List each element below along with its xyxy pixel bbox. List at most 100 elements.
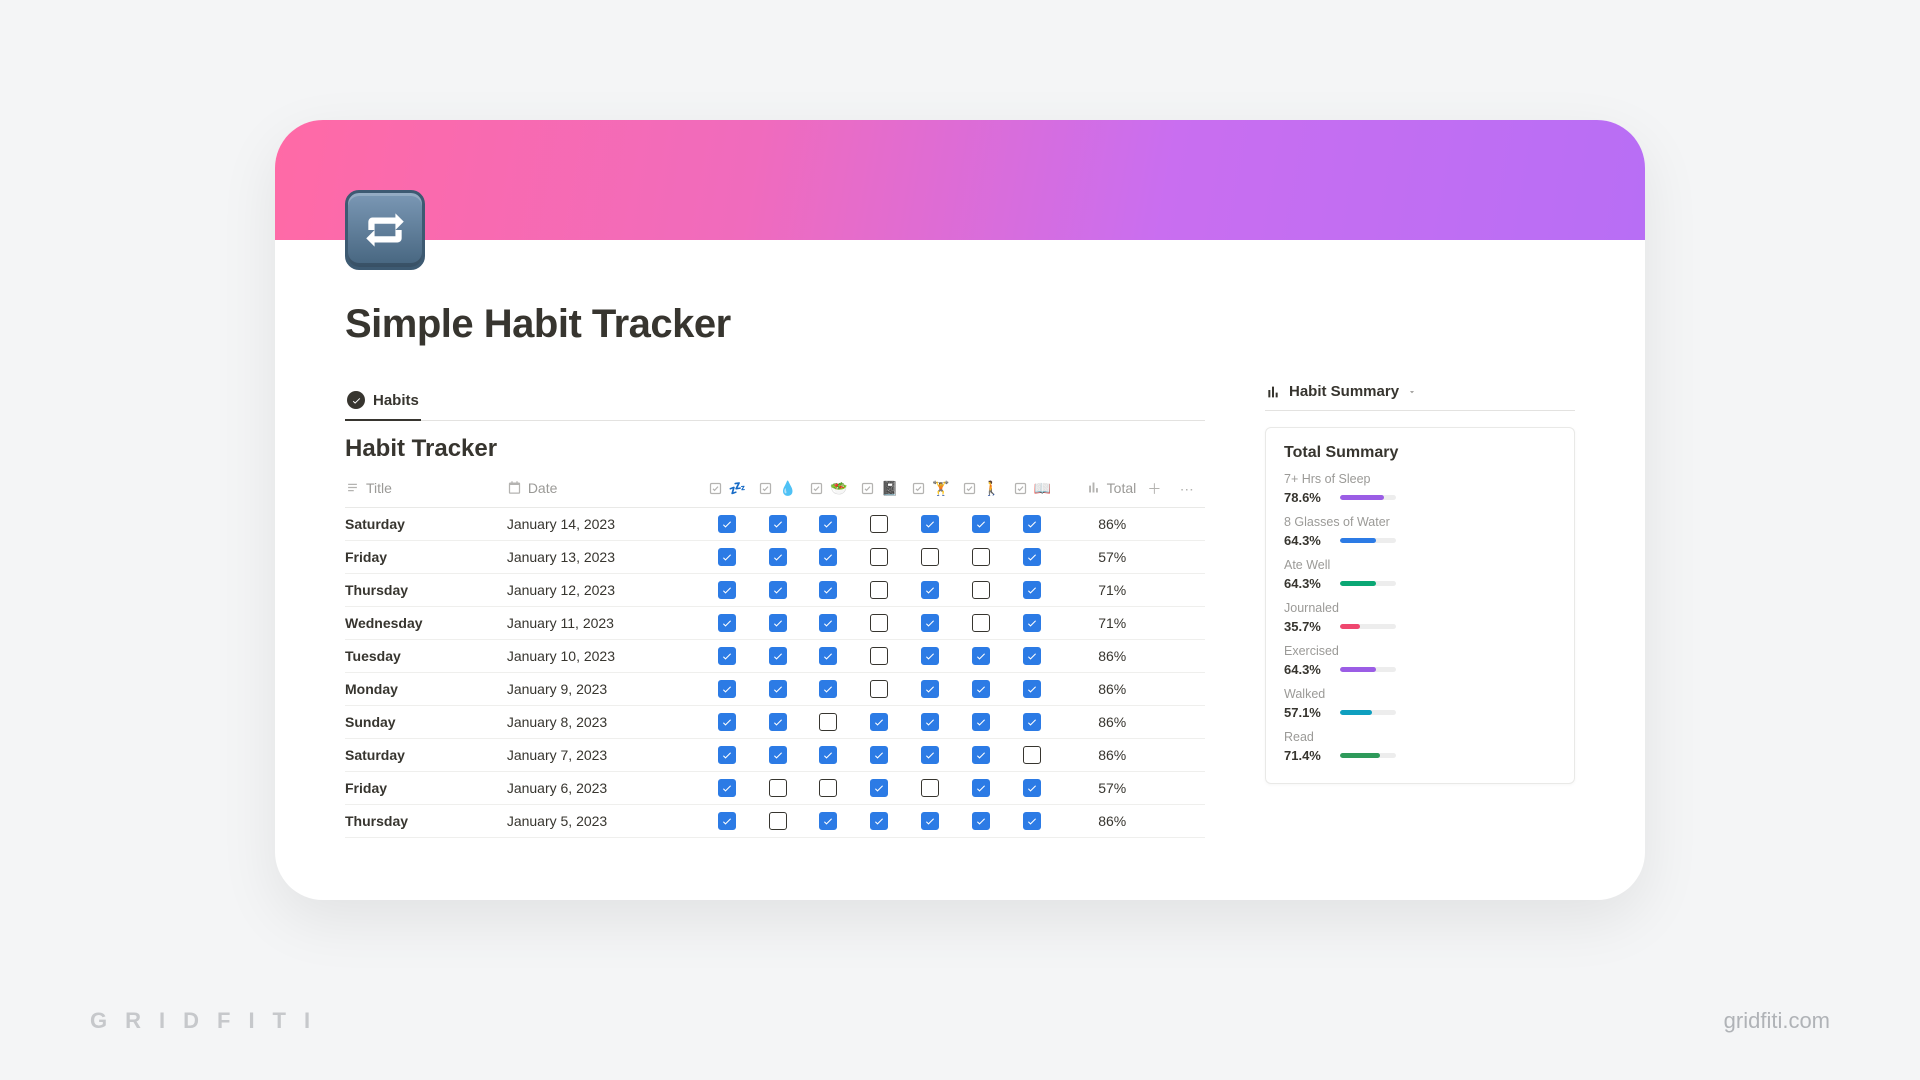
habit-checkbox[interactable]	[819, 779, 837, 797]
habit-checkbox[interactable]	[921, 581, 939, 599]
habit-checkbox[interactable]	[1023, 614, 1041, 632]
habit-checkbox[interactable]	[972, 812, 990, 830]
habit-checkbox[interactable]	[870, 779, 888, 797]
habit-checkbox[interactable]	[921, 812, 939, 830]
habit-checkbox[interactable]	[972, 713, 990, 731]
habit-checkbox[interactable]	[769, 515, 787, 533]
habit-checkbox[interactable]	[718, 713, 736, 731]
habit-checkbox[interactable]	[819, 515, 837, 533]
habit-checkbox[interactable]	[1023, 515, 1041, 533]
tab-habits[interactable]: Habits	[345, 383, 421, 421]
habit-checkbox[interactable]	[921, 779, 939, 797]
habit-checkbox[interactable]	[819, 812, 837, 830]
habit-checkbox[interactable]	[870, 812, 888, 830]
habit-checkbox[interactable]	[870, 515, 888, 533]
habit-checkbox[interactable]	[718, 581, 736, 599]
habit-checkbox[interactable]	[718, 812, 736, 830]
habit-column-0[interactable]: 💤	[703, 471, 754, 508]
metric-bar	[1340, 753, 1396, 758]
habit-checkbox[interactable]	[718, 548, 736, 566]
habit-checkbox[interactable]	[769, 746, 787, 764]
habit-checkbox[interactable]	[1023, 680, 1041, 698]
habit-checkbox[interactable]	[921, 515, 939, 533]
habit-checkbox[interactable]	[769, 680, 787, 698]
table-row[interactable]: Tuesday January 10, 2023	[345, 640, 1205, 673]
habit-checkbox[interactable]	[819, 614, 837, 632]
table-row[interactable]: Thursday January 5, 2023	[345, 805, 1205, 838]
habit-checkbox[interactable]	[819, 647, 837, 665]
habit-checkbox[interactable]	[769, 581, 787, 599]
habit-checkbox[interactable]	[921, 647, 939, 665]
habit-checkbox[interactable]	[718, 647, 736, 665]
habit-checkbox[interactable]	[972, 548, 990, 566]
habit-checkbox[interactable]	[972, 515, 990, 533]
habit-checkbox[interactable]	[870, 548, 888, 566]
row-date: January 10, 2023	[507, 640, 704, 673]
habit-checkbox[interactable]	[870, 713, 888, 731]
habit-checkbox[interactable]	[921, 680, 939, 698]
habit-column-5[interactable]: 🚶	[958, 471, 1009, 508]
habit-col-emoji: 🏋️	[932, 480, 949, 497]
habit-checkbox[interactable]	[1023, 812, 1041, 830]
habit-column-3[interactable]: 📓	[856, 471, 907, 508]
summary-view-selector[interactable]: Habit Summary	[1265, 383, 1417, 400]
table-row[interactable]: Saturday January 14, 2023	[345, 508, 1205, 541]
table-row[interactable]: Sunday January 8, 2023 86	[345, 706, 1205, 739]
habit-checkbox[interactable]	[921, 614, 939, 632]
table-row[interactable]: Wednesday January 11, 2023	[345, 607, 1205, 640]
habit-checkbox[interactable]	[870, 614, 888, 632]
habit-checkbox[interactable]	[1023, 647, 1041, 665]
habit-checkbox[interactable]	[1023, 548, 1041, 566]
habit-column-1[interactable]: 💧	[754, 471, 805, 508]
table-row[interactable]: Friday January 6, 2023 57	[345, 772, 1205, 805]
habit-checkbox[interactable]	[769, 779, 787, 797]
habit-checkbox[interactable]	[819, 713, 837, 731]
habit-checkbox[interactable]	[769, 548, 787, 566]
table-row[interactable]: Saturday January 7, 2023	[345, 739, 1205, 772]
habit-checkbox[interactable]	[1023, 746, 1041, 764]
habit-checkbox[interactable]	[718, 614, 736, 632]
habit-checkbox[interactable]	[921, 746, 939, 764]
habit-checkbox[interactable]	[921, 548, 939, 566]
table-row[interactable]: Thursday January 12, 2023	[345, 574, 1205, 607]
habit-checkbox[interactable]	[718, 746, 736, 764]
habit-checkbox[interactable]	[1023, 713, 1041, 731]
habit-column-6[interactable]: 📖	[1008, 471, 1059, 508]
habit-checkbox[interactable]	[972, 614, 990, 632]
habit-checkbox[interactable]	[870, 680, 888, 698]
add-column-button[interactable]: ＋	[1147, 481, 1161, 497]
habit-checkbox[interactable]	[972, 746, 990, 764]
summary-card[interactable]: Total Summary 7+ Hrs of Sleep 78.6% 8 Gl…	[1265, 427, 1575, 784]
habit-checkbox[interactable]	[1023, 779, 1041, 797]
habit-column-2[interactable]: 🥗	[805, 471, 856, 508]
row-day: Thursday	[345, 574, 507, 607]
habit-checkbox[interactable]	[972, 779, 990, 797]
habit-checkbox[interactable]	[972, 647, 990, 665]
habit-checkbox[interactable]	[870, 647, 888, 665]
table-row[interactable]: Monday January 9, 2023 86	[345, 673, 1205, 706]
habit-checkbox[interactable]	[870, 746, 888, 764]
habit-checkbox[interactable]	[718, 779, 736, 797]
habit-checkbox[interactable]	[870, 581, 888, 599]
habit-checkbox[interactable]	[718, 680, 736, 698]
habit-checkbox[interactable]	[819, 746, 837, 764]
habit-checkbox[interactable]	[972, 680, 990, 698]
page-icon[interactable]	[345, 190, 425, 270]
habit-checkbox[interactable]	[769, 647, 787, 665]
habit-checkbox[interactable]	[819, 548, 837, 566]
more-columns-button[interactable]: ⋯	[1180, 481, 1194, 497]
metric-value: 57.1%	[1284, 705, 1328, 720]
habit-checkbox[interactable]	[769, 614, 787, 632]
habit-column-4[interactable]: 🏋️	[907, 471, 958, 508]
habit-checkbox[interactable]	[921, 713, 939, 731]
checkbox-property-icon	[860, 481, 875, 496]
habit-checkbox[interactable]	[819, 680, 837, 698]
habit-checkbox[interactable]	[769, 812, 787, 830]
habit-checkbox[interactable]	[769, 713, 787, 731]
row-total: 71%	[1059, 607, 1140, 640]
habit-checkbox[interactable]	[819, 581, 837, 599]
habit-checkbox[interactable]	[718, 515, 736, 533]
habit-checkbox[interactable]	[972, 581, 990, 599]
table-row[interactable]: Friday January 13, 2023 5	[345, 541, 1205, 574]
habit-checkbox[interactable]	[1023, 581, 1041, 599]
